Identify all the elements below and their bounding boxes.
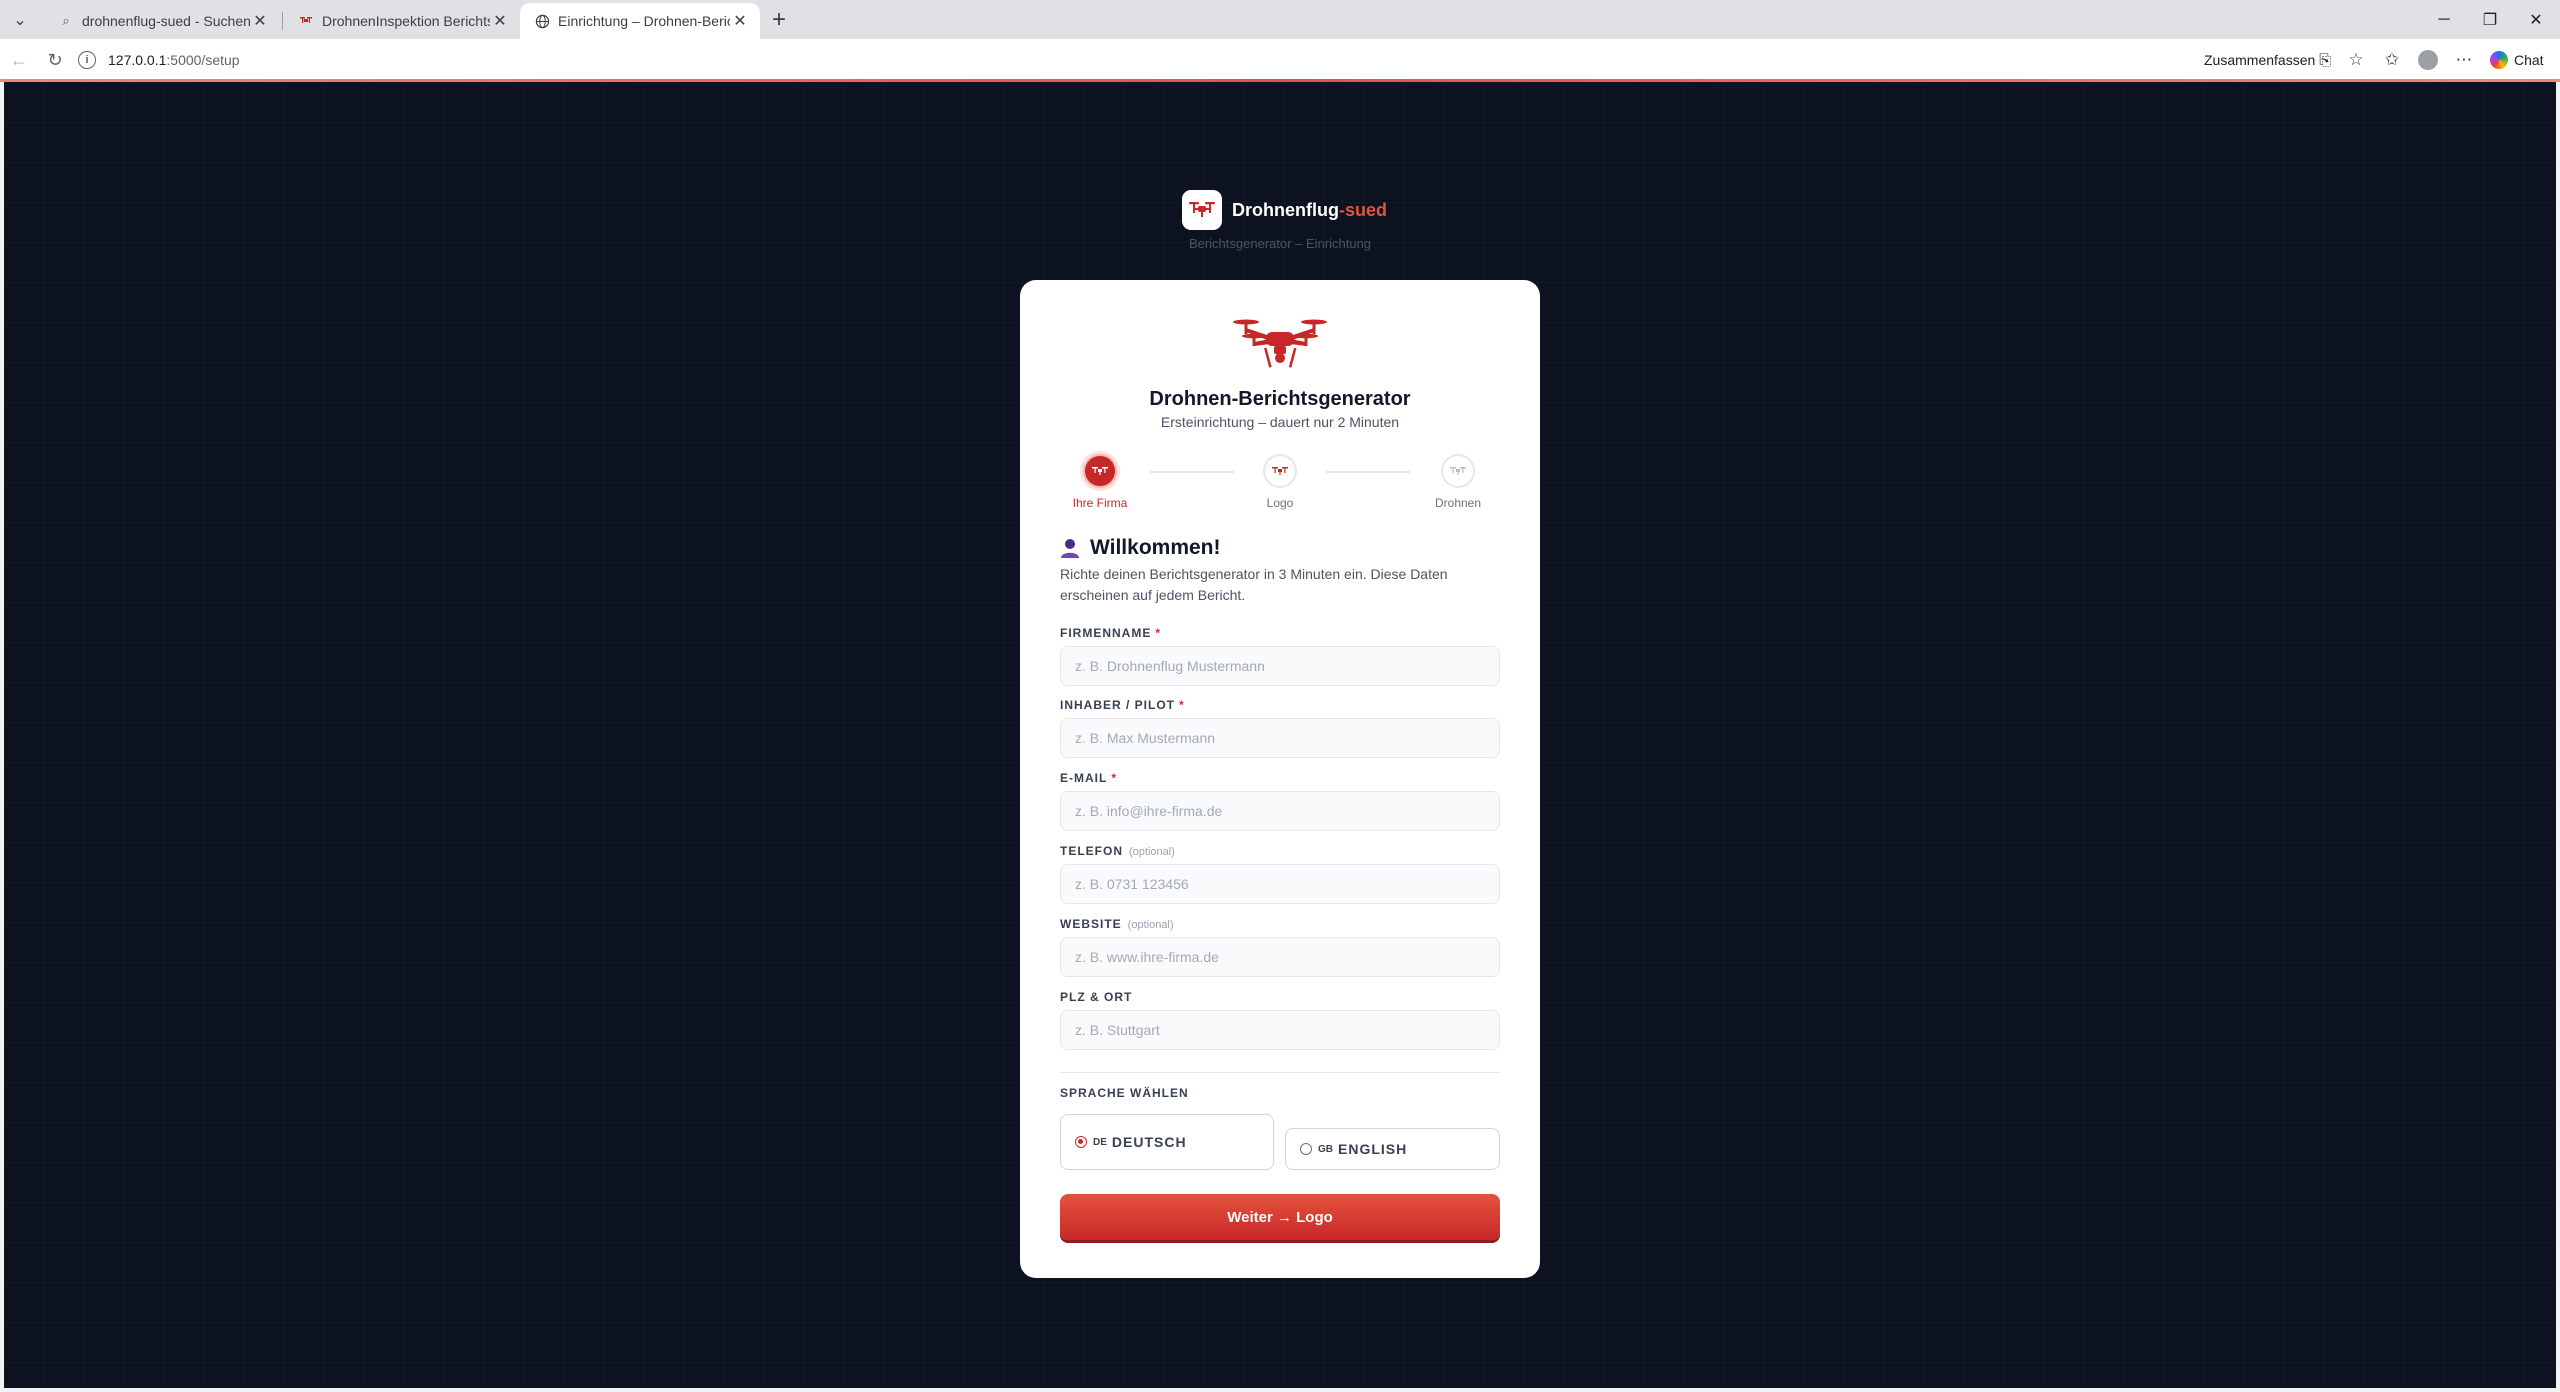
language-option-deutsch[interactable]: DE DEUTSCH bbox=[1060, 1114, 1274, 1170]
city-label: PLZ & ORT bbox=[1060, 990, 1132, 1004]
phone-label-text: TELEFON bbox=[1060, 844, 1123, 858]
chat-label: Chat bbox=[2514, 52, 2544, 68]
step-label: Drohnen bbox=[1434, 496, 1482, 510]
owner-label: INHABER / PILOT * bbox=[1060, 698, 1185, 712]
summarize-icon: ⎘ bbox=[2319, 51, 2332, 69]
drone-favicon-icon bbox=[298, 13, 314, 29]
new-tab-icon[interactable]: + bbox=[766, 6, 792, 33]
globe-icon bbox=[534, 13, 550, 29]
brand-name-accent: -sued bbox=[1338, 199, 1387, 220]
language-option-english[interactable]: GB ENGLISH bbox=[1285, 1128, 1500, 1170]
website-input[interactable] bbox=[1060, 937, 1500, 977]
drone-step-icon bbox=[1263, 454, 1297, 488]
close-tab-icon[interactable]: ✕ bbox=[490, 11, 510, 31]
website-label: WEBSITE (optional) bbox=[1060, 917, 1174, 931]
city-label-text: PLZ & ORT bbox=[1060, 990, 1133, 1004]
zip-city-input[interactable] bbox=[1060, 1010, 1500, 1050]
phone-input[interactable] bbox=[1060, 864, 1500, 904]
step-ihre-firma: Ihre Firma bbox=[1060, 454, 1140, 510]
step-connector bbox=[1150, 471, 1234, 473]
restore-icon[interactable]: ❐ bbox=[2470, 6, 2510, 34]
profile-avatar-icon[interactable] bbox=[2416, 48, 2440, 72]
tab-title: Einrichtung – Drohnen-Berichtsge bbox=[558, 13, 730, 29]
drone-illustration-icon bbox=[1230, 314, 1330, 374]
copilot-icon bbox=[2490, 51, 2508, 69]
required-marker: * bbox=[1111, 771, 1117, 785]
language-label: SPRACHE WÄHLEN bbox=[1060, 1086, 1189, 1100]
language-label-text: SPRACHE WÄHLEN bbox=[1060, 1086, 1189, 1100]
brand-name: Drohnenflug-sued bbox=[1232, 200, 1387, 221]
next-logo-button[interactable]: Weiter → Logo bbox=[1060, 1194, 1500, 1240]
step-connector bbox=[1326, 471, 1410, 473]
summarize-button[interactable]: Zusammenfassen ⎘ bbox=[2204, 48, 2331, 72]
owner-pilot-input[interactable] bbox=[1060, 718, 1500, 758]
step-drohnen: Drohnen bbox=[1418, 454, 1498, 510]
favorites-icon[interactable]: ✩ bbox=[2380, 48, 2404, 72]
step-label: Logo bbox=[1266, 496, 1294, 510]
favorite-star-icon[interactable]: ☆ bbox=[2344, 48, 2368, 72]
language-option-label: ENGLISH bbox=[1338, 1141, 1408, 1157]
setup-stepper: Ihre Firma Logo Drohnen bbox=[1060, 454, 1500, 514]
card-subtitle: Ersteinrichtung – dauert nur 2 Minuten bbox=[1160, 414, 1400, 430]
browser-tab-drohneninspektion[interactable]: DrohnenInspektion Berichts Gene ✕ bbox=[284, 3, 520, 39]
tab-title: drohnenflug-sued - Suchen bbox=[82, 13, 250, 29]
url-host: 127.0.0.1 bbox=[108, 52, 167, 68]
browser-tab-einrichtung[interactable]: Einrichtung – Drohnen-Berichtsge ✕ bbox=[520, 3, 760, 39]
flag-de-icon: DE bbox=[1093, 1136, 1107, 1148]
summarize-label: Zusammenfassen bbox=[2204, 52, 2316, 68]
browser-toolbar: ← ↻ i 127.0.0.1:5000/setup Zusammenfasse… bbox=[0, 39, 2560, 80]
form-divider bbox=[1060, 1072, 1500, 1073]
setup-card: Drohnen-Berichtsgenerator Ersteinrichtun… bbox=[1020, 280, 1540, 1278]
company-label: FIRMENNAME * bbox=[1060, 626, 1161, 640]
email-label-text: E-MAIL bbox=[1060, 771, 1108, 785]
reload-icon[interactable]: ↻ bbox=[42, 47, 68, 73]
email-label: E-MAIL * bbox=[1060, 771, 1117, 785]
owner-label-text: INHABER / PILOT bbox=[1060, 698, 1176, 712]
browser-tab-bar: ⌄ ⌕ drohnenflug-sued - Suchen ✕ DrohnenI… bbox=[0, 0, 2560, 39]
phone-label: TELEFON (optional) bbox=[1060, 844, 1175, 858]
site-info-icon[interactable]: i bbox=[78, 51, 96, 69]
drone-step-icon bbox=[1083, 454, 1117, 488]
close-window-icon[interactable]: ✕ bbox=[2516, 6, 2556, 34]
tab-title: DrohnenInspektion Berichts Gene bbox=[322, 13, 490, 29]
optional-marker: (optional) bbox=[1129, 846, 1175, 858]
tab-search-menu-icon[interactable]: ⌄ bbox=[6, 8, 34, 32]
brand-logo-icon bbox=[1182, 190, 1222, 230]
language-option-label: DEUTSCH bbox=[1111, 1134, 1187, 1150]
tab-separator bbox=[282, 12, 283, 30]
company-name-input[interactable] bbox=[1060, 646, 1500, 686]
brand-subtitle: Berichtsgenerator – Einrichtung bbox=[1188, 236, 1372, 251]
back-icon[interactable]: ← bbox=[6, 47, 32, 73]
radio-selected-icon[interactable] bbox=[1075, 1136, 1087, 1148]
welcome-heading: Willkommen! bbox=[1060, 536, 1221, 560]
brand-name-main: Drohnenflug bbox=[1232, 199, 1339, 220]
website-label-text: WEBSITE bbox=[1060, 917, 1122, 931]
step-logo: Logo bbox=[1240, 454, 1320, 510]
close-tab-icon[interactable]: ✕ bbox=[730, 11, 750, 31]
card-title: Drohnen-Berichtsgenerator bbox=[1149, 388, 1411, 410]
step-label: Ihre Firma bbox=[1072, 496, 1128, 510]
minimize-icon[interactable]: ─ bbox=[2424, 6, 2464, 34]
radio-unselected-icon[interactable] bbox=[1300, 1143, 1312, 1155]
brand-header: Drohnenflug-sued bbox=[1182, 190, 1387, 230]
intro-text: Richte deinen Berichtsgenerator in 3 Min… bbox=[1060, 566, 1448, 603]
copilot-chat-button[interactable]: Chat bbox=[2490, 48, 2544, 72]
drone-step-icon bbox=[1441, 454, 1475, 488]
address-bar[interactable]: i 127.0.0.1:5000/setup bbox=[78, 45, 240, 75]
person-icon bbox=[1060, 537, 1080, 559]
browser-tab-search[interactable]: ⌕ drohnenflug-sued - Suchen ✕ bbox=[44, 3, 280, 39]
company-label-text: FIRMENNAME bbox=[1060, 626, 1152, 640]
search-icon: ⌕ bbox=[62, 13, 70, 28]
required-marker: * bbox=[1155, 626, 1161, 640]
email-input[interactable] bbox=[1060, 791, 1500, 831]
close-tab-icon[interactable]: ✕ bbox=[250, 11, 270, 31]
more-options-icon[interactable]: ⋯ bbox=[2452, 48, 2476, 72]
flag-gb-icon: GB bbox=[1318, 1143, 1333, 1155]
welcome-text: Willkommen! bbox=[1090, 536, 1221, 559]
required-marker: * bbox=[1179, 698, 1185, 712]
url-path: :5000/setup bbox=[166, 52, 240, 68]
optional-marker: (optional) bbox=[1127, 919, 1174, 931]
